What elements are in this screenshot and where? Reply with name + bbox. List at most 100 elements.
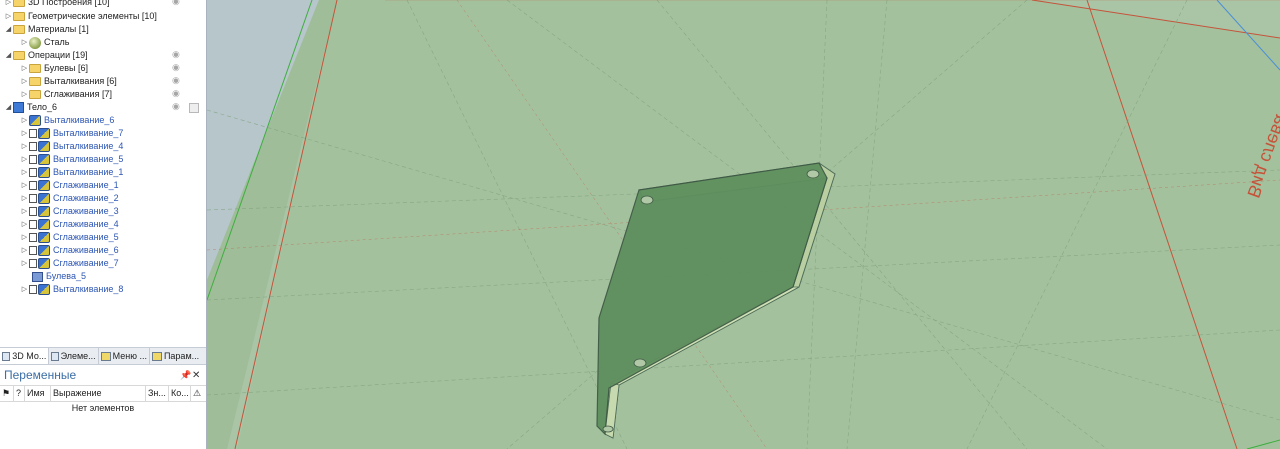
tab-label: 3D Мо... bbox=[12, 351, 47, 361]
model-tree-panel: ▷ 3D Построения [10] ◉ ▷ Геометрические элем… bbox=[0, 0, 207, 449]
operation-icon bbox=[38, 245, 50, 256]
expand-icon[interactable]: ▷ bbox=[20, 127, 29, 140]
link-icon bbox=[29, 246, 37, 255]
tree-item[interactable]: Булева_5 bbox=[32, 270, 86, 283]
column-name[interactable]: Имя bbox=[25, 386, 51, 401]
tree-item[interactable]: ▷ Геометрические элементы [10] bbox=[4, 10, 157, 23]
expand-icon[interactable]: ▷ bbox=[20, 218, 29, 231]
tab-label: Меню ... bbox=[112, 351, 147, 361]
tree-item-label: Сглаживание_4 bbox=[53, 219, 119, 229]
expand-icon[interactable]: ▷ bbox=[4, 0, 13, 9]
tree-item-label: Выталкивание_5 bbox=[53, 154, 124, 164]
operation-icon bbox=[38, 193, 50, 204]
tree-item[interactable]: ▷ Сглаживание_1 bbox=[20, 179, 119, 192]
tree-item-label: Операции [19] bbox=[28, 50, 88, 60]
column-expression[interactable]: Выражение bbox=[51, 386, 146, 401]
warning-column[interactable]: ⚠ bbox=[191, 386, 206, 401]
tree-item[interactable]: ▷ Выталкивание_8 bbox=[20, 283, 123, 296]
expand-icon[interactable]: ▷ bbox=[20, 153, 29, 166]
variables-empty-message: Нет элементов bbox=[71, 403, 135, 413]
tree-item[interactable]: ◢ Материалы [1] bbox=[4, 23, 89, 36]
tab-label: Элеме... bbox=[60, 351, 96, 361]
tab-parameters[interactable]: Парам... bbox=[150, 348, 206, 364]
tree-item[interactable]: ◢ Операции [19] bbox=[4, 49, 88, 62]
tree-item[interactable]: ▷ Сглаживание_3 bbox=[20, 205, 119, 218]
tree-item[interactable]: ▷ Сглаживание_7 bbox=[20, 257, 119, 270]
tree-item[interactable]: ◢ Тело_6 bbox=[4, 101, 57, 114]
link-icon bbox=[29, 194, 37, 203]
tree-item[interactable]: ▷ Выталкивание_6 bbox=[20, 114, 114, 127]
body-state-icon[interactable] bbox=[189, 103, 199, 113]
expand-icon[interactable]: ▷ bbox=[20, 75, 29, 88]
expand-icon[interactable]: ▷ bbox=[20, 244, 29, 257]
pin-icon[interactable]: 📌 bbox=[180, 370, 191, 381]
material-icon bbox=[29, 36, 41, 49]
tree-item[interactable]: ▷ Сталь bbox=[20, 36, 69, 49]
tree-item[interactable]: ▷ Сглаживания [7] bbox=[20, 88, 112, 101]
tree-item[interactable]: ▷ Сглаживание_5 bbox=[20, 231, 119, 244]
visibility-eye-icon[interactable]: ◉ bbox=[172, 88, 180, 99]
collapse-icon[interactable]: ◢ bbox=[4, 101, 13, 114]
tree-item[interactable]: ▷ Выталкивание_7 bbox=[20, 127, 123, 140]
column-value[interactable]: Зн... bbox=[146, 386, 169, 401]
link-icon bbox=[29, 142, 37, 151]
tree-item[interactable]: ▷ Булевы [6] bbox=[20, 62, 88, 75]
tab-menu[interactable]: Меню ... bbox=[99, 348, 150, 364]
tree-item[interactable]: ▷ Сглаживание_2 bbox=[20, 192, 119, 205]
boolean-icon bbox=[32, 271, 43, 282]
3d-viewport[interactable]: Вид слева bbox=[207, 0, 1280, 449]
folder-icon bbox=[13, 12, 25, 21]
close-icon[interactable]: ✕ bbox=[192, 370, 200, 381]
operation-icon bbox=[38, 206, 50, 217]
expand-icon[interactable]: ▷ bbox=[20, 62, 29, 75]
tree-item[interactable]: ▷ Сглаживание_6 bbox=[20, 244, 119, 257]
collapse-icon[interactable]: ◢ bbox=[4, 49, 13, 62]
expand-icon[interactable]: ▷ bbox=[4, 10, 13, 23]
tab-3d-model[interactable]: 3D Мо... bbox=[0, 348, 50, 364]
expand-icon[interactable]: ▷ bbox=[20, 205, 29, 218]
tree-item[interactable]: ▷ Сглаживание_4 bbox=[20, 218, 119, 231]
operation-icon bbox=[38, 219, 50, 230]
column-help[interactable]: ? bbox=[14, 386, 25, 401]
expand-icon[interactable]: ▷ bbox=[20, 88, 29, 101]
expand-icon[interactable]: ▷ bbox=[20, 114, 29, 127]
link-icon bbox=[29, 220, 37, 229]
tree-item-label: Сглаживание_6 bbox=[53, 245, 119, 255]
visibility-eye-icon[interactable]: ◉ bbox=[172, 0, 180, 7]
tree-item-label: Выталкивание_1 bbox=[53, 167, 124, 177]
flag-icon: ⚑ bbox=[2, 388, 11, 398]
link-icon bbox=[29, 207, 37, 216]
tab-elements[interactable]: Элеме... bbox=[49, 348, 99, 364]
tree-item[interactable]: ▷ Выталкивание_5 bbox=[20, 153, 123, 166]
tree-item[interactable]: ▷ Выталкивание_4 bbox=[20, 140, 123, 153]
body-icon bbox=[13, 102, 24, 113]
column-comment[interactable]: Ко... bbox=[169, 386, 191, 401]
tree-item-label: Булева_5 bbox=[46, 271, 86, 281]
expand-icon[interactable]: ▷ bbox=[20, 166, 29, 179]
expand-icon[interactable]: ▷ bbox=[20, 192, 29, 205]
expand-icon[interactable]: ▷ bbox=[20, 36, 29, 49]
link-icon bbox=[29, 155, 37, 164]
tree-item-label: Выталкивание_6 bbox=[44, 115, 115, 125]
link-icon bbox=[29, 233, 37, 242]
link-icon bbox=[29, 285, 37, 294]
viewport-scene: Вид слева bbox=[207, 0, 1280, 449]
variables-header: Переменные 📌 ✕ bbox=[0, 366, 206, 384]
column-flag[interactable]: ⚑ bbox=[0, 386, 14, 401]
collapse-icon[interactable]: ◢ bbox=[4, 23, 13, 36]
panel-tabs: 3D Мо... Элеме... Меню ... Парам... bbox=[0, 347, 206, 365]
visibility-eye-icon[interactable]: ◉ bbox=[172, 75, 180, 86]
tree-item[interactable]: ▷ Выталкивания [6] bbox=[20, 75, 117, 88]
visibility-eye-icon[interactable]: ◉ bbox=[172, 101, 180, 112]
expand-icon[interactable]: ▷ bbox=[20, 231, 29, 244]
expand-icon[interactable]: ▷ bbox=[20, 283, 29, 296]
visibility-eye-icon[interactable]: ◉ bbox=[172, 62, 180, 73]
tree-item[interactable]: ▷ 3D Построения [10] bbox=[4, 0, 110, 9]
expand-icon[interactable]: ▷ bbox=[20, 257, 29, 270]
tree-item[interactable]: ▷ Выталкивание_1 bbox=[20, 166, 123, 179]
visibility-eye-icon[interactable]: ◉ bbox=[172, 49, 180, 60]
operation-icon bbox=[38, 141, 50, 152]
expand-icon[interactable]: ▷ bbox=[20, 140, 29, 153]
expand-icon[interactable]: ▷ bbox=[20, 179, 29, 192]
tree-item-label: Выталкивание_8 bbox=[53, 284, 124, 294]
